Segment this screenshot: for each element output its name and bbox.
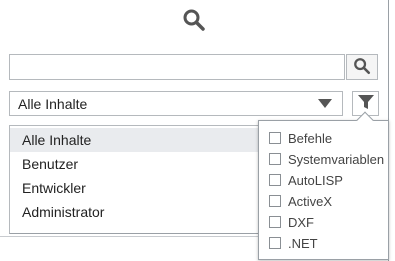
checkbox[interactable]	[269, 132, 281, 144]
search-icon[interactable]	[182, 8, 206, 32]
checkbox[interactable]	[269, 174, 281, 186]
filter-option-autolisp[interactable]: AutoLISP	[269, 170, 343, 190]
filter-option-dxf[interactable]: DXF	[269, 212, 314, 232]
filter-option-activex[interactable]: ActiveX	[269, 191, 332, 211]
content-filter-value: Alle Inhalte	[18, 96, 88, 112]
list-item-label: Entwickler	[22, 180, 86, 196]
list-item-label: Benutzer	[22, 156, 79, 172]
filter-option-label: .NET	[288, 235, 318, 251]
checkbox[interactable]	[269, 216, 281, 228]
checkbox[interactable]	[269, 153, 281, 165]
filter-option-label: Systemvariablen	[288, 151, 385, 167]
content-filter-select[interactable]: Alle Inhalte	[9, 91, 343, 116]
list-item-administrator[interactable]: Administrator	[10, 200, 270, 224]
search-input[interactable]	[9, 54, 345, 80]
checkbox[interactable]	[269, 195, 281, 207]
list-item-label: Alle Inhalte	[22, 132, 92, 148]
list-item-benutzer[interactable]: Benutzer	[10, 152, 270, 176]
search-bar	[9, 54, 378, 80]
filter-option-label: Befehle	[288, 130, 333, 146]
list-item-label: Administrator	[22, 204, 105, 220]
filter-option-label: AutoLISP	[288, 172, 343, 188]
filter-options-popup: Befehle Systemvariablen AutoLISP ActiveX…	[258, 120, 389, 260]
funnel-icon	[357, 94, 374, 113]
filter-option-label: DXF	[288, 214, 314, 230]
list-item-alle-inhalte[interactable]: Alle Inhalte	[10, 128, 270, 152]
search-icon	[353, 57, 371, 78]
search-button[interactable]	[346, 54, 378, 80]
filter-option-systemvariablen[interactable]: Systemvariablen	[269, 149, 384, 169]
filter-option-dotnet[interactable]: .NET	[269, 233, 318, 253]
checkbox[interactable]	[269, 237, 281, 249]
chevron-down-icon[interactable]	[308, 92, 342, 115]
filter-option-label: ActiveX	[288, 193, 333, 209]
filter-option-befehle[interactable]: Befehle	[269, 128, 332, 148]
list-item-entwickler[interactable]: Entwickler	[10, 176, 270, 200]
